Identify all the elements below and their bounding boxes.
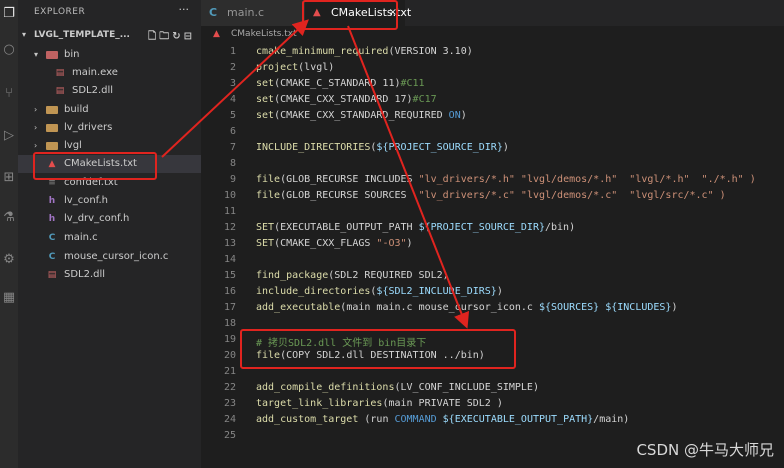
arrow-to-copy-line [347,25,470,329]
annotation-arrows [161,19,470,329]
arrow-to-tab [161,19,309,158]
watermark: CSDN @牛马大师兄 [636,441,774,459]
